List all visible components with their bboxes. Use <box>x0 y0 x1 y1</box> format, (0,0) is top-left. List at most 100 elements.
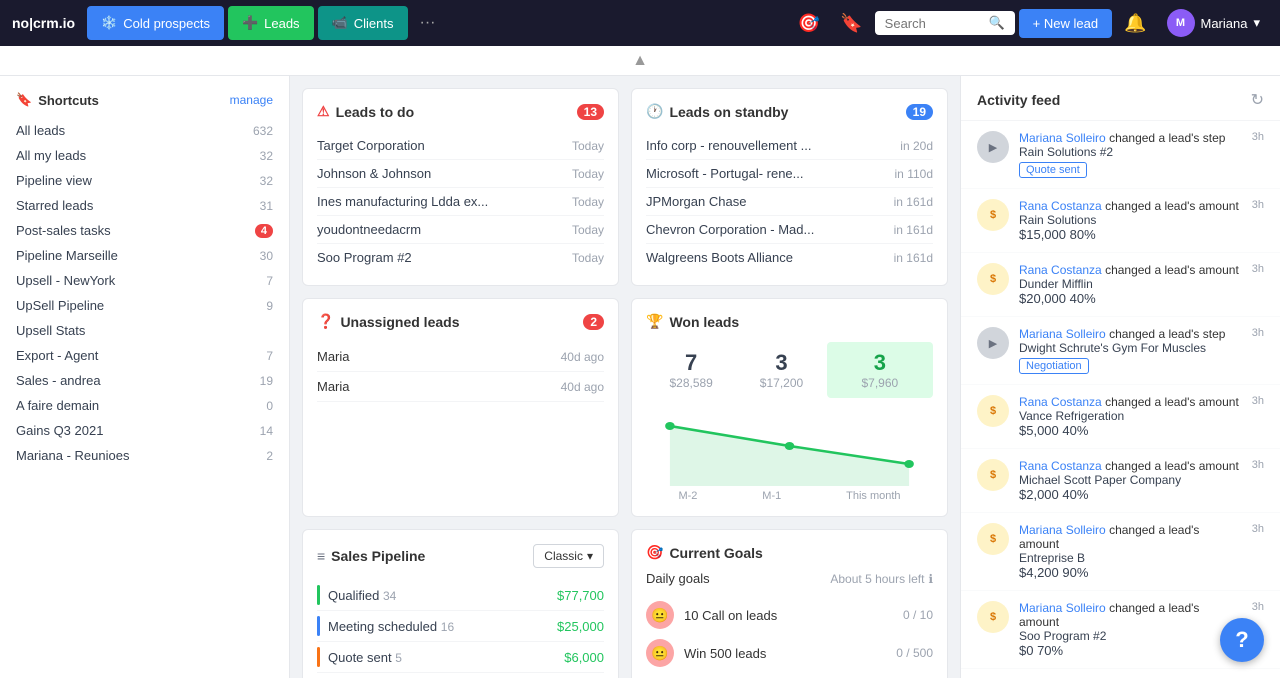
sidebar-item-gains-q3[interactable]: Gains Q3 2021 14 <box>0 418 289 443</box>
activity-avatar-1: $ <box>977 199 1009 231</box>
sidebar-item-pipeline-marseille-label: Pipeline Marseille <box>16 248 118 263</box>
chart-label-m2: M-2 <box>678 490 697 502</box>
list-item[interactable]: Maria 40d ago <box>317 372 604 402</box>
refresh-button[interactable]: ↻ <box>1251 90 1264 110</box>
won-stat-m2-num: 7 <box>646 350 736 376</box>
list-item[interactable]: Johnson & Johnson Today <box>317 160 604 188</box>
list-item[interactable]: Soo Program #2 Today <box>317 244 604 271</box>
activity-user-5[interactable]: Rana Costanza <box>1019 459 1102 473</box>
activity-amount-5: $2,000 40% <box>1019 487 1088 502</box>
sidebar-manage-link[interactable]: manage <box>230 93 273 107</box>
activity-time-0: 3h <box>1252 131 1264 178</box>
activity-avatar-0: ▶ <box>977 131 1009 163</box>
sidebar-item-post-sales-tasks[interactable]: Post-sales tasks 4 <box>0 218 289 243</box>
sidebar-item-a-faire-demain-label: A faire demain <box>16 398 99 413</box>
pipeline-view-select[interactable]: Classic ▾ <box>533 544 604 568</box>
sidebar-item-all-leads[interactable]: All leads 632 <box>0 118 289 143</box>
list-item[interactable]: Ines manufacturing Ldda ex... Today <box>317 188 604 216</box>
quote-count: 5 <box>395 651 402 665</box>
won-chart-labels: M-2 M-1 This month <box>646 490 933 502</box>
sidebar-item-mariana-reunioes[interactable]: Mariana - Reunioes 2 <box>0 443 289 468</box>
sidebar-item-pipeline-marseille-count: 30 <box>260 249 273 263</box>
activity-user-6[interactable]: Mariana Solleiro <box>1019 523 1106 537</box>
leads-standby-title: 🕐 Leads on standby <box>646 103 788 120</box>
unassigned-name-1: Maria <box>317 379 350 394</box>
nav-tab-cold-prospects[interactable]: ❄️ Cold prospects <box>87 6 224 40</box>
activity-action-3: changed a lead's step <box>1109 327 1225 341</box>
pipeline-stage-qualified[interactable]: Qualified 34 $77,700 <box>317 580 604 611</box>
list-item[interactable]: JPMorgan Chase in 161d <box>646 188 933 216</box>
activity-company-0[interactable]: Rain Solutions #2 <box>1019 145 1113 159</box>
notification-icon[interactable]: 🔔 <box>1116 9 1154 38</box>
sidebar-item-starred-leads[interactable]: Starred leads 31 <box>0 193 289 218</box>
sidebar-item-upsell-stats[interactable]: Upsell Stats <box>0 318 289 343</box>
activity-user-4[interactable]: Rana Costanza <box>1019 395 1102 409</box>
list-item[interactable]: youdontneedacrm Today <box>317 216 604 244</box>
list-item[interactable]: Target Corporation Today <box>317 132 604 160</box>
nav-tab-clients[interactable]: 📹 Clients <box>318 6 408 40</box>
won-stat-current: 3 $7,960 <box>827 342 933 398</box>
activity-company-5[interactable]: Michael Scott Paper Company <box>1019 473 1181 487</box>
sidebar-item-all-leads-label: All leads <box>16 123 65 138</box>
bookmark-icon[interactable]: 🔖 <box>832 9 870 38</box>
activity-panel: Activity feed ↻ ▶ Mariana Solleiro chang… <box>960 76 1280 678</box>
activity-company-2[interactable]: Dunder Mifflin <box>1019 277 1093 291</box>
sidebar-item-sales-andrea[interactable]: Sales - andrea 19 <box>0 368 289 393</box>
activity-user-2[interactable]: Rana Costanza <box>1019 263 1102 277</box>
pipeline-stage-quote[interactable]: Quote sent 5 $6,000 <box>317 642 604 673</box>
sidebar-item-sales-andrea-label: Sales - andrea <box>16 373 101 388</box>
goals-title-label: Current Goals <box>669 545 762 561</box>
sidebar-item-upsell-newyork[interactable]: Upsell - NewYork 7 <box>0 268 289 293</box>
unassigned-title: ❓ Unassigned leads <box>317 313 459 330</box>
list-item[interactable]: Chevron Corporation - Mad... in 161d <box>646 216 933 244</box>
list-item[interactable]: Microsoft - Portugal- rene... in 110d <box>646 160 933 188</box>
sidebar-item-export-agent-label: Export - Agent <box>16 348 98 363</box>
activity-user-0[interactable]: Mariana Solleiro <box>1019 131 1106 145</box>
current-goals-card: 🎯 Current Goals Daily goals About 5 hour… <box>631 529 948 678</box>
list-item[interactable]: Walgreens Boots Alliance in 161d <box>646 244 933 271</box>
sidebar-item-sales-andrea-count: 19 <box>260 374 273 388</box>
sidebar-item-pipeline-view[interactable]: Pipeline view 32 <box>0 168 289 193</box>
new-lead-button[interactable]: + New lead <box>1019 9 1112 38</box>
sidebar-item-all-my-leads[interactable]: All my leads 32 <box>0 143 289 168</box>
activity-amount-7: $0 70% <box>1019 643 1063 658</box>
sidebar-item-pipeline-marseille[interactable]: Pipeline Marseille 30 <box>0 243 289 268</box>
clients-icon: 📹 <box>332 15 348 31</box>
activity-user-7[interactable]: Mariana Solleiro <box>1019 601 1106 615</box>
activity-user-1[interactable]: Rana Costanza <box>1019 199 1102 213</box>
activity-company-6[interactable]: Entreprise B <box>1019 551 1085 565</box>
sidebar-item-all-my-leads-label: All my leads <box>16 148 86 163</box>
sidebar-item-upsell-pipeline[interactable]: UpSell Pipeline 9 <box>0 293 289 318</box>
subnav-arrow-icon[interactable]: ▲ <box>632 52 648 70</box>
nav-tab-leads-label: Leads <box>264 16 299 31</box>
goal-icon-0: 😐 <box>646 601 674 629</box>
nav-tab-leads[interactable]: ➕ Leads <box>228 6 314 40</box>
sidebar-item-export-agent[interactable]: Export - Agent 7 <box>0 343 289 368</box>
activity-company-3[interactable]: Dwight Schrute's Gym For Muscles <box>1019 341 1206 355</box>
activity-company-4[interactable]: Vance Refrigeration <box>1019 409 1124 423</box>
pipeline-stage-negotiation[interactable]: Negotiation 14 $56,900 <box>317 673 604 678</box>
activity-company-1[interactable]: Rain Solutions <box>1019 213 1096 227</box>
avatar: M <box>1167 9 1195 37</box>
sidebar-item-all-my-leads-count: 32 <box>260 149 273 163</box>
nav-more-button[interactable]: ··· <box>412 8 444 38</box>
help-button[interactable]: ? <box>1220 618 1264 662</box>
sidebar-item-a-faire-demain[interactable]: A faire demain 0 <box>0 393 289 418</box>
target-icon[interactable]: 🎯 <box>790 9 828 38</box>
list-item[interactable]: Info corp - renouvellement ... in 20d <box>646 132 933 160</box>
search-input[interactable] <box>885 16 983 31</box>
sidebar-item-upsell-newyork-count: 7 <box>266 274 273 288</box>
activity-item-3: ▶ Mariana Solleiro changed a lead's step… <box>961 317 1280 385</box>
list-item[interactable]: Maria 40d ago <box>317 342 604 372</box>
activity-time-5: 3h <box>1252 459 1264 502</box>
user-menu[interactable]: M Mariana ▾ <box>1159 5 1269 41</box>
activity-company-7[interactable]: Soo Program #2 <box>1019 629 1106 643</box>
qualified-amount: $77,700 <box>557 588 604 603</box>
goals-sub: Daily goals About 5 hours left ℹ <box>646 571 933 586</box>
won-stat-m2-amount: $28,589 <box>646 376 736 390</box>
sidebar-item-all-leads-count: 632 <box>253 124 273 138</box>
pipeline-stage-meeting[interactable]: Meeting scheduled 16 $25,000 <box>317 611 604 642</box>
goals-daily-label: Daily goals <box>646 571 710 586</box>
activity-user-3[interactable]: Mariana Solleiro <box>1019 327 1106 341</box>
sidebar-item-upsell-pipeline-label: UpSell Pipeline <box>16 298 104 313</box>
